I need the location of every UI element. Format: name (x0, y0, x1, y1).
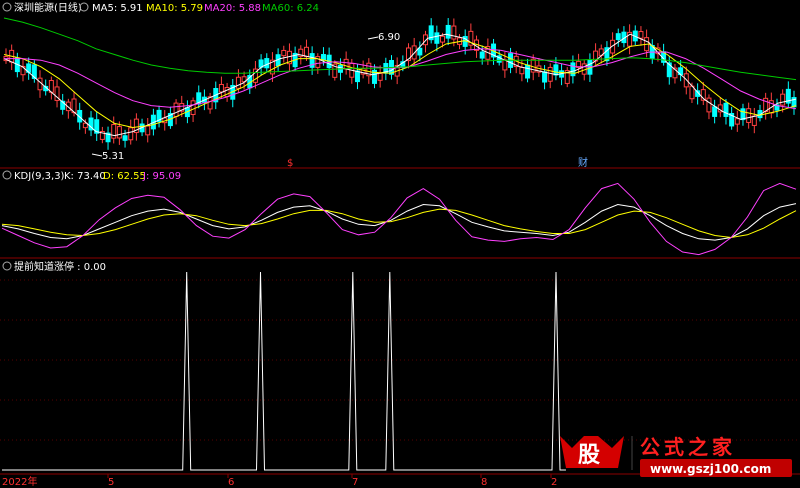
event-marker-right: 财 (578, 156, 588, 169)
kdj-line-j (1, 182, 797, 256)
low-marker: 5.31 (102, 151, 124, 162)
kdj-lines (1, 182, 797, 256)
x-tick-3: 7 (352, 477, 358, 488)
signal-settings-icon[interactable] (2, 261, 12, 271)
watermark-url: www.gszj100.com (650, 462, 771, 476)
ma20-label: MA20: 5.88 (204, 3, 261, 14)
ma5-label: MA5: 5.91 (92, 3, 143, 14)
kdj-k-label: K: 73.40 (64, 171, 106, 182)
signal-grid (0, 279, 800, 441)
signal-title: 提前知道涨停 : 0.00 (14, 260, 106, 273)
signal-lines (2, 271, 566, 471)
x-tick-0: 2022年 (2, 475, 37, 488)
x-tick-1: 5 (108, 477, 114, 488)
kdj-j-label: J: 95.09 (142, 171, 181, 182)
x-tick-4: 8 (481, 477, 487, 488)
price-title: 深圳能源(日线) (14, 1, 82, 14)
price-panel (0, 0, 800, 168)
watermark-text: 公式之家 (640, 435, 736, 459)
stock-chart: 深圳能源(日线) MA5: 5.91 MA10: 5.79 MA20: 5.88… (0, 0, 800, 488)
kdj-line-d (1, 208, 797, 239)
event-marker-left: $ (287, 158, 293, 169)
x-axis: 2022年 5 6 7 8 2 (2, 474, 557, 488)
ma10-label: MA10: 5.79 (146, 3, 203, 14)
signal-line (2, 271, 566, 471)
x-tick-2: 6 (228, 477, 234, 488)
x-tick-5: 2 (551, 477, 557, 488)
kdj-title: KDJ(9,3,3) (14, 171, 65, 182)
kdj-d-label: D: 62.55 (103, 171, 146, 182)
watermark: 股 公式之家 www.gszj100.com (560, 435, 792, 477)
high-marker: 6.90 (378, 32, 400, 43)
watermark-logo-char: 股 (578, 443, 600, 468)
kdj-settings-icon[interactable] (2, 170, 12, 180)
ma60-label: MA60: 6.24 (262, 3, 319, 14)
